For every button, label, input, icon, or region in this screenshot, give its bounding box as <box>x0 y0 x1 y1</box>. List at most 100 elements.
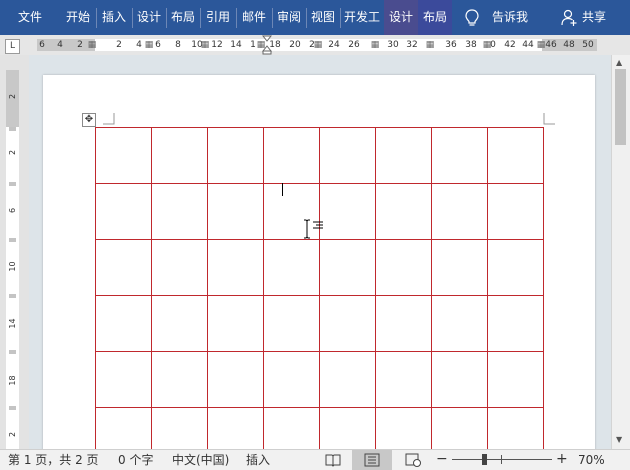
table-cell[interactable] <box>319 407 376 449</box>
tab-review[interactable]: 审阅 <box>274 0 304 35</box>
table-cell[interactable] <box>95 127 152 184</box>
table-cell[interactable] <box>375 351 432 408</box>
table-cell[interactable] <box>319 239 376 296</box>
zoom-slider-thumb[interactable] <box>482 454 487 465</box>
table-cell[interactable] <box>431 239 488 296</box>
table-cell[interactable] <box>263 407 320 449</box>
table-cell[interactable] <box>95 407 152 449</box>
zoom-slider-track[interactable] <box>452 459 552 460</box>
language-indicator[interactable]: 中文(中国) <box>172 450 229 470</box>
print-layout-button[interactable] <box>352 450 392 470</box>
table-cell[interactable] <box>319 127 376 184</box>
tell-me-input[interactable]: 告诉我 <box>488 0 532 35</box>
tab-selector-button[interactable]: L <box>5 39 20 54</box>
zoom-level[interactable]: 70% <box>578 450 605 470</box>
table-cell[interactable] <box>319 351 376 408</box>
table-cell[interactable] <box>375 183 432 240</box>
scroll-down-arrow-icon[interactable]: ▼ <box>616 435 622 444</box>
table-cell[interactable] <box>263 127 320 184</box>
word-count[interactable]: 0 个字 <box>118 450 153 470</box>
table-cell[interactable] <box>263 295 320 352</box>
column-marker[interactable]: ▦ <box>371 40 380 50</box>
share-person-icon[interactable] <box>561 9 577 27</box>
row-marker[interactable] <box>9 182 16 186</box>
row-marker[interactable] <box>9 350 16 354</box>
table-cell[interactable] <box>487 127 544 184</box>
table-cell[interactable] <box>487 183 544 240</box>
table-cell[interactable] <box>375 239 432 296</box>
table-cell[interactable] <box>431 183 488 240</box>
table-cell[interactable] <box>487 295 544 352</box>
table-cell[interactable] <box>151 407 208 449</box>
page-count[interactable]: 第 1 页，共 2 页 <box>8 450 99 470</box>
table-cell[interactable] <box>375 127 432 184</box>
table-cell[interactable] <box>207 407 264 449</box>
table-cell[interactable] <box>375 295 432 352</box>
table-cell[interactable] <box>487 239 544 296</box>
tab-design[interactable]: 设计 <box>134 0 164 35</box>
row-marker[interactable] <box>9 127 16 131</box>
tab-table-layout[interactable]: 布局 <box>418 0 452 35</box>
table-cell[interactable] <box>151 239 208 296</box>
tab-view[interactable]: 视图 <box>308 0 338 35</box>
column-marker[interactable]: ▦ <box>88 40 97 50</box>
table-cell[interactable] <box>151 351 208 408</box>
table-cell[interactable] <box>431 127 488 184</box>
tab-developer[interactable]: 开发工 <box>342 0 382 35</box>
share-button[interactable]: 共享 <box>580 0 608 35</box>
document-area[interactable]: ✥ <box>29 55 611 449</box>
tab-home[interactable]: 开始 <box>62 0 94 35</box>
document-page[interactable]: ✥ <box>43 75 595 449</box>
table-cell[interactable] <box>95 239 152 296</box>
scroll-up-arrow-icon[interactable]: ▲ <box>616 58 622 67</box>
row-marker[interactable] <box>9 406 16 410</box>
table-cell[interactable] <box>487 351 544 408</box>
table-cell[interactable] <box>431 295 488 352</box>
scrollbar-thumb[interactable] <box>615 69 626 145</box>
table-cell[interactable] <box>207 351 264 408</box>
document-table[interactable] <box>95 127 544 449</box>
row-marker[interactable] <box>9 238 16 242</box>
table-cell[interactable] <box>151 295 208 352</box>
table-cell[interactable] <box>431 351 488 408</box>
vertical-scrollbar[interactable]: ▲ ▼ <box>611 55 630 449</box>
read-mode-icon[interactable] <box>325 453 341 467</box>
table-cell[interactable] <box>207 295 264 352</box>
table-cell[interactable] <box>207 127 264 184</box>
table-cell[interactable] <box>95 183 152 240</box>
table-cell[interactable] <box>319 295 376 352</box>
table-cell[interactable] <box>375 407 432 449</box>
row-marker[interactable] <box>9 294 16 298</box>
zoom-in-button[interactable]: + <box>556 450 568 469</box>
column-marker[interactable]: ▦ <box>426 40 435 50</box>
tab-mailings[interactable]: 邮件 <box>238 0 270 35</box>
lightbulb-icon[interactable] <box>463 8 481 28</box>
horizontal-ruler[interactable]: 6 4 2 ▦ 2 4 ▦ 6 8 10 ▦ 12 14 1 ▦ 18 20 2… <box>37 39 597 51</box>
table-cell[interactable] <box>487 407 544 449</box>
table-cell[interactable] <box>431 407 488 449</box>
table-cell[interactable] <box>151 127 208 184</box>
column-marker[interactable]: ▦ <box>201 40 210 50</box>
zoom-out-button[interactable]: − <box>436 450 448 469</box>
table-cell[interactable] <box>95 295 152 352</box>
tab-layout[interactable]: 布局 <box>168 0 198 35</box>
column-marker[interactable]: ▦ <box>145 40 154 50</box>
tab-table-design[interactable]: 设计 <box>384 0 418 35</box>
insert-mode[interactable]: 插入 <box>246 450 270 470</box>
tab-references[interactable]: 引用 <box>202 0 234 35</box>
table-cell[interactable] <box>151 183 208 240</box>
column-marker[interactable]: ▦ <box>537 40 546 50</box>
table-cell[interactable] <box>319 183 376 240</box>
vertical-ruler[interactable]: 2 2 6 10 14 18 2 <box>6 70 19 449</box>
web-layout-icon[interactable] <box>405 453 421 467</box>
table-cell[interactable] <box>95 351 152 408</box>
tab-insert[interactable]: 插入 <box>98 0 130 35</box>
tab-file[interactable]: 文件 <box>8 0 52 35</box>
table-cell[interactable] <box>263 351 320 408</box>
column-marker[interactable]: ▦ <box>314 40 323 50</box>
table-cell[interactable] <box>207 183 264 240</box>
table-move-handle-icon[interactable]: ✥ <box>82 113 96 127</box>
table-cell[interactable] <box>263 239 320 296</box>
table-cell[interactable] <box>207 239 264 296</box>
indent-marker-icon[interactable] <box>262 35 272 55</box>
